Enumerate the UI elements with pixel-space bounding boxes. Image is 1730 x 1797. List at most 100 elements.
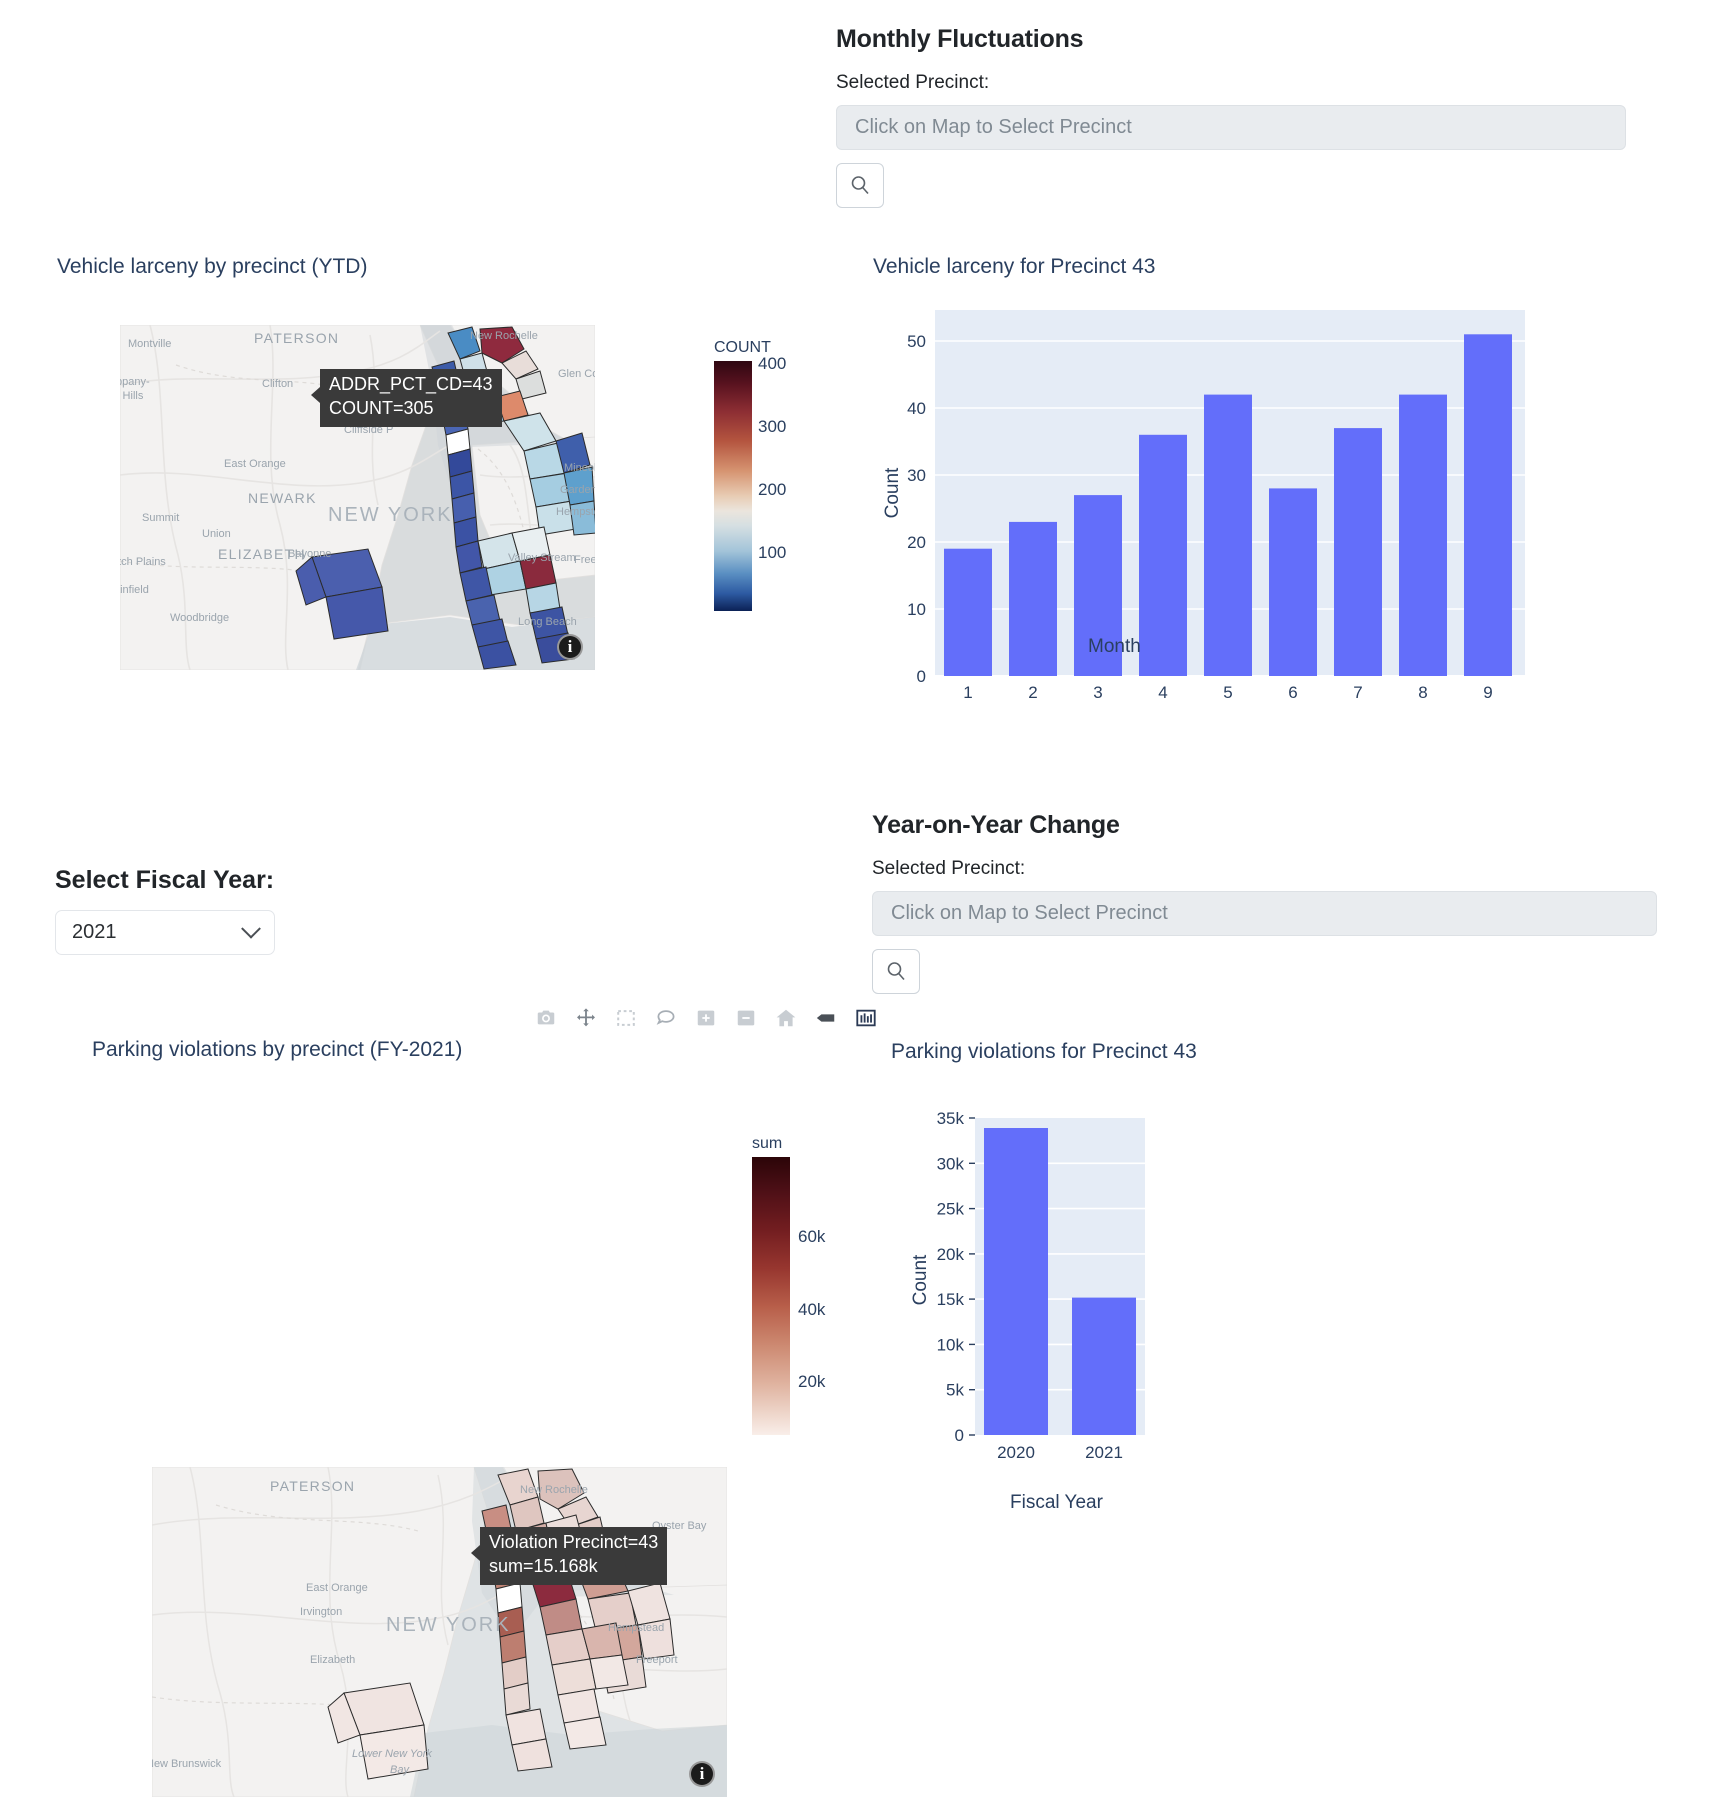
ytick-5k: 5k [946,1381,964,1400]
plotly-modebar[interactable] [533,1005,879,1031]
home-reset-icon[interactable] [773,1005,799,1031]
y-axis-title: Count [882,467,903,518]
vehicle-larceny-map-tooltip: ADDR_PCT_CD=43 COUNT=305 [320,369,502,427]
box-select-icon[interactable] [613,1005,639,1031]
parking-violations-map-title: Parking violations by precinct (FY-2021) [92,1038,462,1062]
xtick-9: 9 [1483,683,1492,702]
xtick-7: 7 [1353,683,1362,702]
vehicle-larceny-map-info-icon[interactable]: i [557,634,583,660]
parking-violations-x-axis-title: Fiscal Year [1010,1492,1103,1514]
xtick-2: 2 [1028,683,1037,702]
parking-violations-map-section: Parking violations by precinct (FY-2021) [92,1038,462,1062]
ytick-35k: 35k [937,1109,965,1128]
fiscal-year-select[interactable]: 2021 [55,910,275,955]
colorbar-tick-100: 100 [758,543,786,562]
colorbar-tick-400: 400 [758,354,786,373]
tooltip-line-2: sum=15.168k [489,1555,658,1579]
year-on-year-title: Year-on-Year Change [872,810,1672,840]
y-axis: 0 10 20 30 40 50 [907,332,926,686]
bar-month-6[interactable] [1269,488,1317,676]
parking-violations-map-info-icon[interactable]: i [689,1761,715,1787]
monthly-precinct-input[interactable]: Click on Map to Select Precinct [836,105,1626,150]
svg-text:Valley Stream: Valley Stream [508,552,576,564]
vehicle-larceny-chart-title-wrap: Vehicle larceny for Precinct 43 [873,255,1155,279]
yoy-search-button[interactable] [872,949,920,994]
bar-month-5[interactable] [1204,395,1252,676]
camera-icon[interactable] [533,1005,559,1031]
fiscal-year-label: Select Fiscal Year: [55,866,275,895]
xtick-4: 4 [1158,683,1167,702]
parking-violations-chart-title: Parking violations for Precinct 43 [891,1040,1197,1064]
bar-fy-2021[interactable] [1072,1298,1136,1435]
xtick-8: 8 [1418,683,1427,702]
bar-month-9[interactable] [1464,334,1512,676]
yoy-precinct-input[interactable]: Click on Map to Select Precinct [872,891,1657,936]
bar-fy-2020[interactable] [984,1128,1048,1435]
pan-icon[interactable] [573,1005,599,1031]
ytick-0: 0 [917,667,926,686]
ytick-25k: 25k [937,1200,965,1219]
tooltip-tail [311,387,320,403]
bar-month-8[interactable] [1399,395,1447,676]
lasso-select-icon[interactable] [653,1005,679,1031]
svg-text:Glen Cove: Glen Cove [558,368,595,380]
bar-month-4[interactable] [1139,435,1187,676]
bar-chart-icon[interactable] [853,1005,879,1031]
bar-month-7[interactable] [1334,428,1382,676]
colorbar-tick-300: 300 [758,417,786,436]
svg-text:East Orange: East Orange [224,458,286,470]
ytick-20k: 20k [937,1245,965,1264]
vehicle-larceny-bar-chart[interactable]: 0 10 20 30 40 50 1 2 3 4 5 6 7 8 9 Count [860,300,1560,720]
ytick-50: 50 [907,332,926,351]
monthly-fluctuations-panel: Monthly Fluctuations Selected Precinct: … [836,24,1636,208]
monthly-precinct-input-placeholder: Click on Map to Select Precinct [855,116,1132,139]
zoom-in-icon[interactable] [693,1005,719,1031]
parking-violations-bar-chart[interactable]: 0 5k 10k 15k 20k 25k 30k 35k 2020 2021 C… [880,1100,1190,1460]
svg-text:Bay: Bay [390,1764,410,1776]
toggle-hover-icon[interactable] [813,1005,839,1031]
bar-month-1[interactable] [944,549,992,676]
svg-text:Mineola: Mineola [564,462,595,474]
tooltip-line-1: Violation Precinct=43 [489,1531,658,1555]
xtick-2021: 2021 [1085,1443,1123,1460]
ytick-40: 40 [907,399,926,418]
xtick-6: 6 [1288,683,1297,702]
chevron-down-icon [241,918,261,938]
svg-text:New Brunswick: New Brunswick [152,1758,222,1770]
vehicle-larceny-map-title: Vehicle larceny by precinct (YTD) [57,255,367,279]
svg-text:New Rochelle: New Rochelle [520,1484,588,1496]
svg-text:ppany-: ppany- [120,376,150,388]
svg-text:Irvington: Irvington [300,1606,342,1618]
ytick-10: 10 [907,600,926,619]
bar-month-2[interactable] [1009,522,1057,676]
xtick-1: 1 [963,683,972,702]
svg-text:otch Plains: otch Plains [120,556,166,568]
monthly-search-button[interactable] [836,163,884,208]
ytick-10k: 10k [937,1335,965,1354]
ytick-20: 20 [907,533,926,552]
x-axis: 2020 2021 [997,1443,1123,1460]
svg-text:Clifton: Clifton [262,378,293,390]
search-icon [849,174,871,196]
zoom-out-icon[interactable] [733,1005,759,1031]
yoy-selected-precinct-label: Selected Precinct: [872,857,1672,882]
y-axis: 0 5k 10k 15k 20k 25k 30k 35k [937,1109,975,1445]
svg-text:Bayonne: Bayonne [288,548,331,560]
parking-violations-colorbar: sum 60k 40k 20k [752,1134,862,1454]
svg-text:Summit: Summit [142,512,179,524]
vehicle-larceny-x-axis-title: Month [1088,636,1141,658]
vehicle-larceny-map[interactable]: Montville PATERSON New Rochelle Glen Cov… [120,325,595,670]
parking-violations-map[interactable]: PATERSON New Rochelle Oyster Bay er East… [152,1467,727,1797]
svg-text:PATERSON: PATERSON [270,1478,355,1494]
tooltip-line-2: COUNT=305 [329,397,493,421]
tooltip-tail [471,1545,480,1561]
parking-violations-x-axis-title-wrap: Fiscal Year [1010,1492,1103,1514]
colorbar-tick-40k: 40k [798,1300,826,1319]
svg-text:Union: Union [202,528,231,540]
svg-text:Garden City: Garden City [560,484,595,496]
svg-text:ainfield: ainfield [120,584,149,596]
parking-violations-map-canvas[interactable]: PATERSON New Rochelle Oyster Bay er East… [152,1467,727,1797]
tooltip-line-1: ADDR_PCT_CD=43 [329,373,493,397]
svg-text:Woodbridge: Woodbridge [170,612,229,624]
svg-text:Long Beach: Long Beach [518,616,577,628]
